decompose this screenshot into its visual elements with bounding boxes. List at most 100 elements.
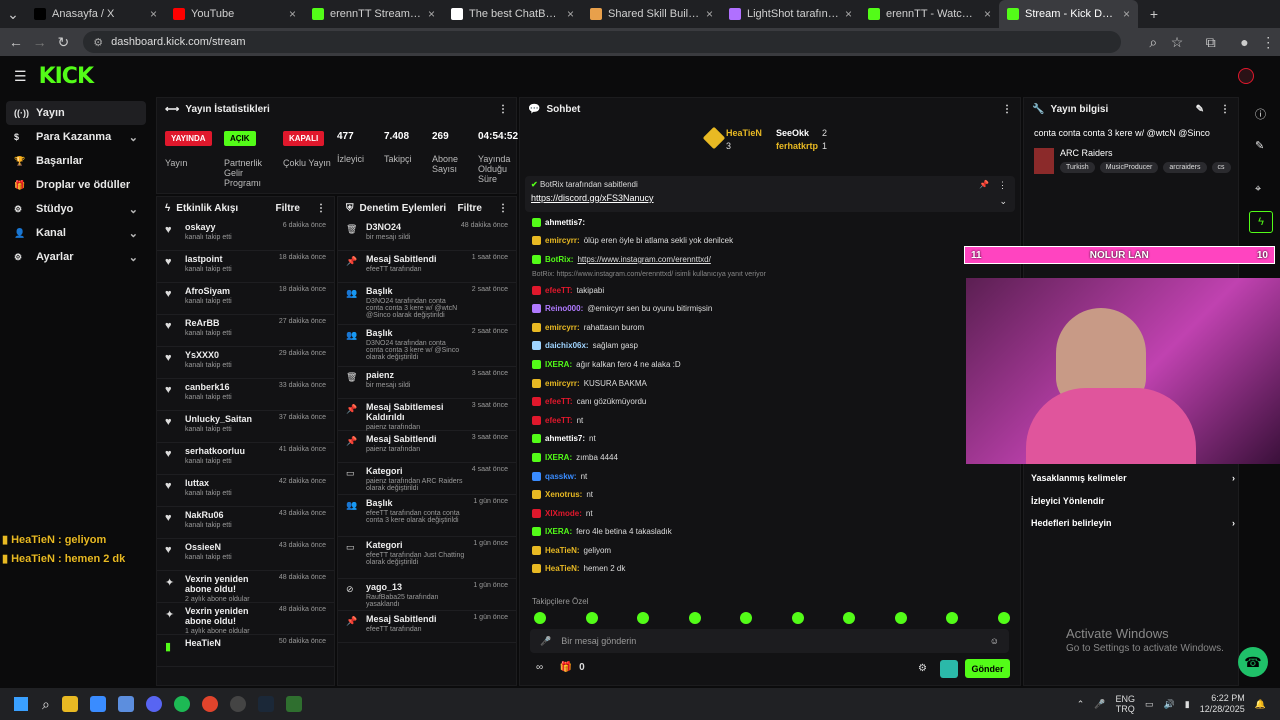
steam-icon[interactable]	[257, 696, 274, 712]
chat-message[interactable]: efeeTT: nt	[520, 411, 1020, 430]
tray-mic-icon[interactable]: 🎤	[1094, 699, 1105, 710]
chat-message[interactable]: BotRix: https://www.instagram.com/erenntt…	[520, 250, 1020, 269]
app2-icon[interactable]	[285, 696, 302, 712]
network-icon[interactable]: ▭	[1145, 699, 1154, 710]
chat-message[interactable]: HeaTieN: geliyom	[520, 541, 1020, 560]
tag-pill[interactable]: cs	[1211, 162, 1231, 173]
pin-icon[interactable]: 📌	[979, 180, 989, 189]
moderation-row[interactable]: ▭ Kategori paienz tarafından ARC Raiders o…	[338, 463, 516, 495]
moderation-row[interactable]: ▭ Kategori efeeTT tarafından Just Chatting…	[338, 537, 516, 579]
infinity-icon[interactable]: ∞	[536, 662, 543, 673]
discord-icon[interactable]	[145, 696, 162, 712]
tag-pill[interactable]: Turkish	[1060, 162, 1095, 173]
chat-username[interactable]: ahmettis7:	[545, 434, 585, 443]
back-icon[interactable]: ←	[4, 34, 28, 50]
moderation-row[interactable]: 🗑 D3NO24 bir mesajı sildi 48 dakika önce	[338, 219, 516, 251]
chat-message[interactable]: ahmettis7: nt	[520, 430, 1020, 449]
windows-start-icon[interactable]	[14, 697, 28, 711]
activity-row[interactable]: ♥ YsXXX0 kanalı takip etti 29 dakika önce	[157, 347, 334, 379]
url-field[interactable]: ⚙ dashboard.kick.com/stream	[83, 31, 1122, 53]
tab-close-icon[interactable]: ×	[845, 7, 852, 21]
browser-tab[interactable]: Shared Skill Build | MetaF ×	[582, 0, 721, 28]
obs-icon[interactable]	[229, 696, 246, 712]
activity-row[interactable]: ✦ Vexrin yeniden abone oldu! 2 aylık abone…	[157, 571, 334, 603]
chat-message[interactable]: Xenotrus: nt	[520, 485, 1020, 504]
chevron-down-icon[interactable]: ⌄	[129, 251, 138, 264]
battery-icon[interactable]: ▮	[1185, 699, 1190, 710]
activity-row[interactable]: ♥ ReArBB kanalı takip etti 27 dakika önce	[157, 315, 334, 347]
chat-message[interactable]: Reino000: @emircyrr sen bu oyunu bitirmiş…	[520, 299, 1020, 318]
sidebar-item-4[interactable]: ⚙ Stüdyo ⌄	[6, 197, 146, 221]
emote-icon[interactable]	[791, 612, 804, 624]
activity-row[interactable]: ♥ luttax kanalı takip etti 42 dakika önce	[157, 475, 334, 507]
chat-message[interactable]: XIXmode: nt	[520, 504, 1020, 523]
chat-message[interactable]: efeeTT: takipabi	[520, 281, 1020, 300]
emote-icon[interactable]	[946, 612, 959, 624]
send-button[interactable]: Gönder	[965, 659, 1010, 678]
tag-pill[interactable]: MusicProducer	[1099, 162, 1159, 173]
chat-message[interactable]: ahmettis7:	[520, 213, 1020, 232]
activity-row[interactable]: ♥ AfroSiyam kanalı takip etti 18 dakika önc…	[157, 283, 334, 315]
pinned-more-icon[interactable]: ⋮	[998, 180, 1007, 191]
emote-icon[interactable]	[534, 612, 546, 624]
notification-bell-icon[interactable]: 🔔	[1255, 699, 1266, 710]
chat-username[interactable]: emircyrr:	[545, 236, 580, 245]
sidebar-item-2[interactable]: 🏆 Başarılar	[6, 149, 146, 173]
file-explorer-icon[interactable]	[61, 696, 78, 712]
moderation-row[interactable]: 📌 Mesaj Sabitlendi efeeTT tarafından 1 saat…	[338, 251, 516, 283]
hamburger-menu-icon[interactable]: ☰	[14, 68, 27, 85]
chat-username[interactable]: BotRix:	[545, 255, 573, 264]
tab-close-icon[interactable]: ×	[150, 7, 157, 21]
emote-icon[interactable]	[843, 612, 856, 624]
chatbot-icon[interactable]	[940, 660, 958, 678]
activity-more-icon[interactable]: ⋮	[316, 203, 326, 214]
chat-username[interactable]: IXERA:	[545, 453, 572, 462]
search-icon[interactable]: ⌕	[42, 696, 50, 713]
browser-tab[interactable]: LightShot tarafından Ekra ×	[721, 0, 860, 28]
moderation-more-icon[interactable]: ⋮	[498, 203, 508, 214]
activity-filter-button[interactable]: Filtre	[276, 203, 300, 214]
info-icon[interactable]: ⓘ	[1255, 106, 1266, 122]
bolt-icon[interactable]: ϟ	[1249, 211, 1273, 233]
gift-small-icon[interactable]: 🎁	[560, 662, 572, 673]
mic-icon[interactable]: 🎤	[540, 636, 551, 647]
pencil-icon[interactable]: ✎	[1255, 139, 1264, 152]
sidebar-item-3[interactable]: 🎁 Droplar ve ödüller	[6, 173, 146, 197]
chat-username[interactable]: HeaTieN:	[545, 546, 580, 555]
site-info-icon[interactable]: ⚙	[93, 36, 103, 49]
volume-icon[interactable]: 🔊	[1164, 699, 1175, 710]
activity-row[interactable]: ♥ oskayy kanalı takip etti 6 dakika önce	[157, 219, 334, 251]
info-menu-item[interactable]: İzleyici Yönlendir	[1031, 490, 1235, 513]
reload-icon[interactable]: ↻	[51, 34, 75, 51]
activity-row[interactable]: ♥ canberk16 kanalı takip etti 33 dakika önc…	[157, 379, 334, 411]
browser-tab[interactable]: Anasayfa / X ×	[26, 0, 165, 28]
tab-close-icon[interactable]: ×	[567, 7, 574, 21]
tab-search-icon[interactable]: ⌄	[0, 6, 26, 23]
emote-icon[interactable]	[740, 612, 753, 624]
chat-username[interactable]: daichix06x:	[545, 341, 589, 350]
browser-tab[interactable]: YouTube ×	[165, 0, 304, 28]
emoji-icon[interactable]: ☺	[990, 636, 999, 646]
zoom-icon[interactable]: ⌕	[1141, 34, 1165, 51]
chat-username[interactable]: Xenotrus:	[545, 490, 582, 499]
emote-icon[interactable]	[894, 612, 907, 624]
moderation-row[interactable]: 📌 Mesaj Sabitlendi paienz tarafından 3 saat…	[338, 431, 516, 463]
tab-close-icon[interactable]: ×	[984, 7, 991, 21]
chat-message[interactable]: emircyrr: ölüp eren öyle bi atlama sekli …	[520, 232, 1020, 251]
spotify-icon[interactable]	[173, 696, 190, 712]
activity-row[interactable]: ♥ serhatkoorluu kanalı takip etti 41 dakika…	[157, 443, 334, 475]
crosshair-icon[interactable]: ⌖	[1255, 183, 1261, 196]
chevron-down-icon[interactable]: ⌄	[129, 131, 138, 144]
moderation-filter-button[interactable]: Filtre	[458, 203, 482, 214]
activity-row[interactable]: ♥ Unlucky_Saitan kanalı takip etti 37 dakik…	[157, 411, 334, 443]
info-menu-item[interactable]: Yasaklanmış kelimeler ›	[1031, 467, 1235, 490]
activity-row[interactable]: ✦ Vexrin yeniden abone oldu! 1 aylık abone…	[157, 603, 334, 635]
moderation-row[interactable]: 📌 Mesaj Sabitlemesi Kaldırıldı paienz tara…	[338, 399, 516, 431]
tray-chevron-icon[interactable]: ⌃	[1077, 699, 1085, 710]
chat-message[interactable]: IXERA: zımba 4444	[520, 448, 1020, 467]
tab-close-icon[interactable]: ×	[706, 7, 713, 21]
moderation-row[interactable]: 👥 Başlık efeeTT tarafından conta conta con…	[338, 495, 516, 537]
chrome-icon[interactable]	[201, 696, 218, 712]
chat-username[interactable]: IXERA:	[545, 360, 572, 369]
category-name[interactable]: ARC Raiders	[1060, 148, 1113, 158]
